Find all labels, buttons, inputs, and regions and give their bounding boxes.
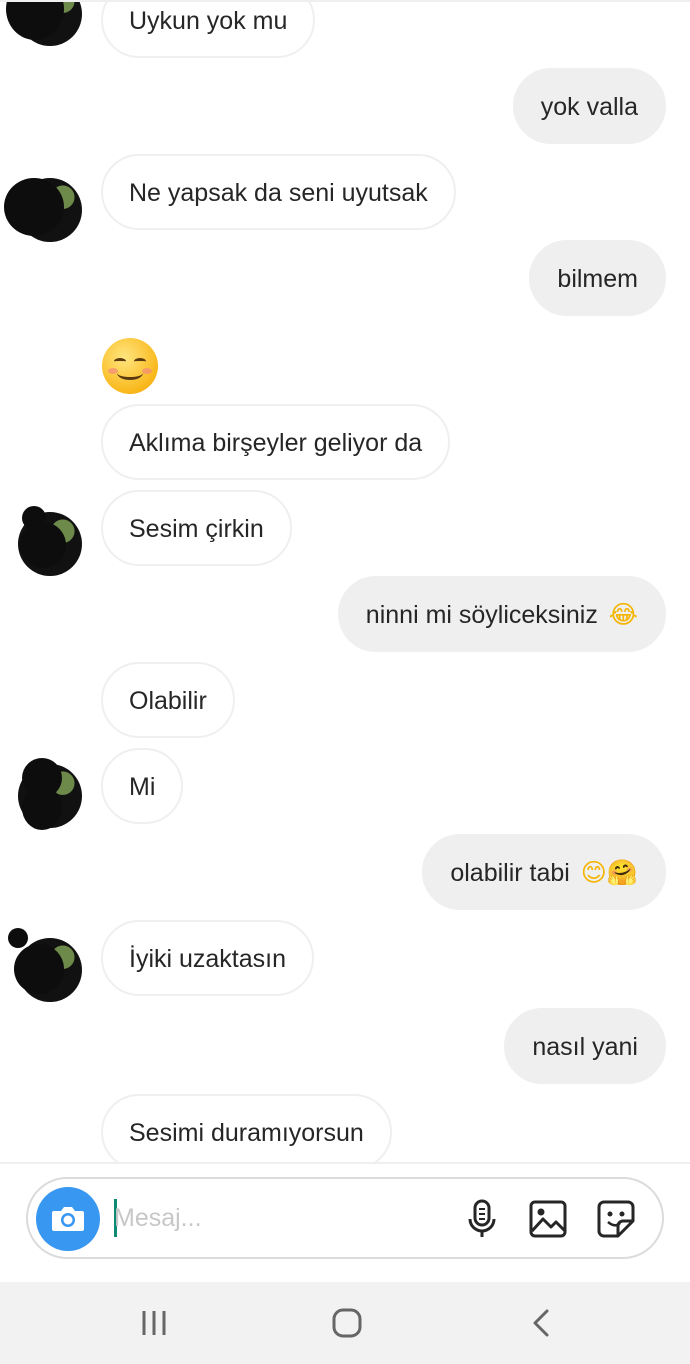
sender-avatar[interactable] bbox=[4, 178, 82, 242]
sticker-icon bbox=[597, 1200, 635, 1238]
camera-button[interactable] bbox=[36, 1187, 100, 1251]
laughing-emoji: 😂 bbox=[608, 600, 638, 629]
message-row: ninni mi söyliceksiniz 😂 bbox=[0, 576, 690, 652]
message-row: Ne yapsak da seni uyutsak bbox=[0, 154, 690, 242]
message-text: Sesim çirkin bbox=[129, 515, 264, 543]
system-navigation-bar bbox=[0, 1282, 690, 1364]
message-composer bbox=[26, 1177, 664, 1259]
sender-avatar[interactable] bbox=[18, 758, 82, 830]
incoming-message[interactable]: Sesimi duramıyorsun bbox=[101, 1094, 392, 1162]
message-text: Ne yapsak da seni uyutsak bbox=[129, 179, 428, 207]
message-row: nasıl yani bbox=[0, 1008, 690, 1084]
message-text: Uykun yok mu bbox=[129, 7, 288, 35]
sender-avatar[interactable] bbox=[18, 506, 82, 576]
incoming-message[interactable]: Olabilir bbox=[101, 662, 235, 738]
incoming-message[interactable]: Sesim çirkin bbox=[101, 490, 292, 566]
message-row: bilmem bbox=[0, 240, 690, 316]
message-text: Aklıma birşeyler geliyor da bbox=[129, 429, 423, 457]
recent-apps-icon bbox=[142, 1311, 166, 1335]
back-icon bbox=[533, 1309, 549, 1337]
microphone-button[interactable] bbox=[462, 1199, 502, 1239]
message-row: Uykun yok mu bbox=[0, 2, 690, 58]
message-text: yok valla bbox=[540, 93, 638, 121]
message-row bbox=[0, 336, 690, 396]
outgoing-message[interactable]: bilmem bbox=[529, 240, 666, 316]
gallery-icon bbox=[529, 1200, 567, 1238]
message-text: Mi bbox=[129, 773, 156, 801]
back-button[interactable] bbox=[522, 1306, 562, 1340]
outgoing-message[interactable]: yok valla bbox=[512, 68, 666, 144]
gallery-button[interactable] bbox=[528, 1199, 568, 1239]
message-row: Aklıma birşeyler geliyor da bbox=[0, 404, 690, 480]
sender-avatar[interactable] bbox=[8, 928, 82, 1002]
message-row: İyiki uzaktasın bbox=[0, 920, 690, 1002]
message-row: olabilir tabi 😊🤗 bbox=[0, 834, 690, 910]
message-text: İyiki uzaktasın bbox=[129, 945, 287, 973]
message-text: olabilir tabi bbox=[450, 859, 570, 887]
sticker-button[interactable] bbox=[596, 1199, 636, 1239]
message-text: Sesimi duramıyorsun bbox=[129, 1119, 364, 1147]
incoming-message[interactable]: İyiki uzaktasın bbox=[101, 920, 315, 996]
sender-avatar[interactable] bbox=[6, 2, 82, 46]
incoming-message[interactable]: Mi bbox=[101, 748, 184, 824]
composer-bar bbox=[0, 1162, 690, 1282]
message-text: Olabilir bbox=[129, 687, 207, 715]
smiling-face-emoji[interactable] bbox=[102, 338, 158, 394]
camera-icon bbox=[52, 1207, 84, 1231]
message-input[interactable] bbox=[114, 1197, 444, 1239]
message-text: bilmem bbox=[557, 265, 638, 293]
incoming-message[interactable]: Ne yapsak da seni uyutsak bbox=[101, 154, 456, 230]
incoming-message[interactable]: Uykun yok mu bbox=[101, 2, 316, 58]
message-text: ninni mi söyliceksiniz bbox=[365, 601, 598, 629]
message-thread[interactable]: Uykun yok mu yok valla Ne yapsak da seni… bbox=[0, 0, 690, 1162]
home-button[interactable] bbox=[327, 1306, 367, 1340]
outgoing-message[interactable]: ninni mi söyliceksiniz 😂 bbox=[337, 576, 666, 652]
message-row: Sesimi duramıyorsun bbox=[0, 1094, 690, 1162]
home-icon bbox=[332, 1308, 362, 1338]
message-row: Mi bbox=[0, 748, 690, 830]
smile-hug-emoji: 😊🤗 bbox=[580, 858, 638, 887]
recent-apps-button[interactable] bbox=[136, 1306, 176, 1340]
message-text: nasıl yani bbox=[532, 1033, 638, 1061]
message-row: Sesim çirkin bbox=[0, 490, 690, 576]
outgoing-message[interactable]: olabilir tabi 😊🤗 bbox=[422, 834, 666, 910]
message-row: yok valla bbox=[0, 68, 690, 144]
incoming-message[interactable]: Aklıma birşeyler geliyor da bbox=[101, 404, 451, 480]
microphone-icon bbox=[468, 1199, 496, 1237]
message-row: Olabilir bbox=[0, 662, 690, 738]
outgoing-message[interactable]: nasıl yani bbox=[504, 1008, 666, 1084]
